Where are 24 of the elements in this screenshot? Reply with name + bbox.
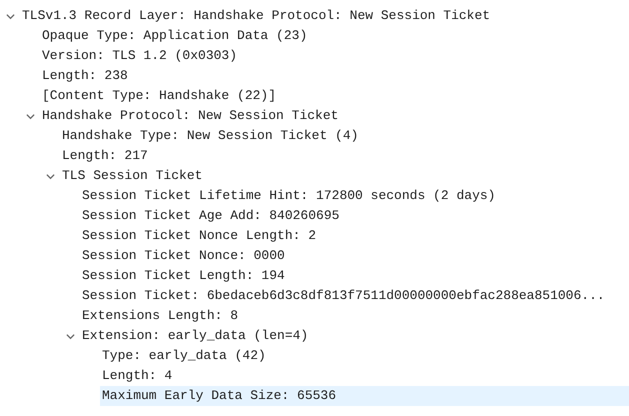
chevron-down-icon[interactable] xyxy=(6,12,15,21)
tree-item[interactable]: Session Ticket Nonce: 0000 xyxy=(80,246,629,266)
tree-item[interactable]: Length: 4 xyxy=(100,366,629,386)
tree-item[interactable]: Length: 217 xyxy=(60,146,629,166)
tree-item[interactable]: Extensions Length: 8 xyxy=(80,306,629,326)
tree-item[interactable]: [Content Type: Handshake (22)] xyxy=(40,86,629,106)
tree-item[interactable]: Session Ticket Length: 194 xyxy=(80,266,629,286)
tree-item[interactable]: Length: 238 xyxy=(40,66,629,86)
chevron-down-icon[interactable] xyxy=(26,112,35,121)
tree-item[interactable]: Version: TLS 1.2 (0x0303) xyxy=(40,46,629,66)
tree-item[interactable]: Handshake Type: New Session Ticket (4) xyxy=(60,126,629,146)
tree-item[interactable]: Handshake Protocol: New Session Ticket xyxy=(40,106,629,126)
chevron-down-icon[interactable] xyxy=(66,332,75,341)
chevron-down-icon[interactable] xyxy=(46,172,55,181)
tree-item[interactable]: TLSv1.3 Record Layer: Handshake Protocol: New Session Ticket xyxy=(20,6,629,26)
tree-item[interactable]: Session Ticket Nonce Length: 2 xyxy=(80,226,629,246)
tree-item[interactable]: Type: early_data (42) xyxy=(100,346,629,366)
tree-item[interactable]: Session Ticket Lifetime Hint: 172800 seconds (2 days) xyxy=(80,186,629,206)
tree-item[interactable]: Session Ticket: 6bedaceb6d3c8df813f7511d00000000ebfac288ea851006... xyxy=(80,286,629,306)
tree-item[interactable]: Opaque Type: Application Data (23) xyxy=(40,26,629,46)
tree-item[interactable]: Extension: early_data (len=4) xyxy=(80,326,629,346)
tree-item[interactable]: Session Ticket Age Add: 840260695 xyxy=(80,206,629,226)
tree-item[interactable]: TLS Session Ticket xyxy=(60,166,629,186)
tree-item[interactable]: Maximum Early Data Size: 65536 xyxy=(100,386,629,406)
